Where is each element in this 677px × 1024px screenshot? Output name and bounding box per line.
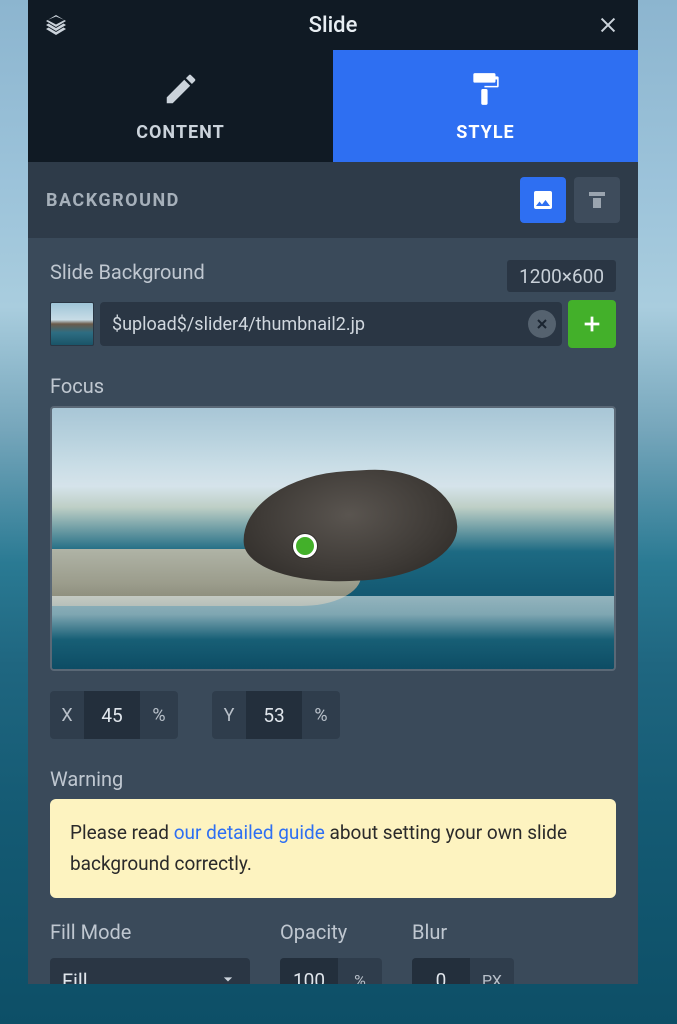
panel-body: Slide Background 1200×600 $upload$/slide… xyxy=(28,238,638,984)
warning-text-before: Please read xyxy=(70,821,174,844)
close-icon xyxy=(597,14,619,36)
bg-path-input-wrap: $upload$/slider4/thumbnail2.jp xyxy=(100,302,562,346)
fill-mode-select[interactable]: Fill xyxy=(50,958,250,984)
section-title: BACKGROUND xyxy=(46,190,180,211)
x-icon xyxy=(534,316,550,332)
close-button[interactable] xyxy=(594,11,622,39)
warning-card: Please read our detailed guide about set… xyxy=(50,799,616,898)
blur-group: PX xyxy=(412,958,514,984)
tab-style[interactable]: STYLE xyxy=(333,50,638,162)
plus-icon xyxy=(581,313,603,335)
focus-x-group: X % xyxy=(50,691,178,739)
focus-preview-rock xyxy=(240,465,459,586)
fill-mode-value: Fill xyxy=(62,969,88,984)
focus-y-label: Y xyxy=(212,705,246,726)
bg-thumbnail[interactable] xyxy=(50,302,94,346)
focus-x-unit: % xyxy=(140,705,178,726)
panel-title: Slide xyxy=(28,13,638,38)
fill-mode-label: Fill Mode xyxy=(50,920,250,944)
tab-style-label: STYLE xyxy=(456,122,514,143)
layout-icon xyxy=(585,188,609,212)
opacity-unit: % xyxy=(338,971,382,984)
section-header: BACKGROUND xyxy=(28,162,638,238)
pencil-icon xyxy=(162,70,200,108)
focus-y-input[interactable] xyxy=(246,691,302,739)
blur-input[interactable] xyxy=(412,958,470,984)
tab-content[interactable]: CONTENT xyxy=(28,50,333,162)
image-dimensions: 1200×600 xyxy=(507,260,616,292)
opacity-label: Opacity xyxy=(280,920,382,944)
opacity-input[interactable] xyxy=(280,958,338,984)
focus-x-input[interactable] xyxy=(84,691,140,739)
chevron-down-icon xyxy=(218,969,238,984)
focus-y-unit: % xyxy=(302,705,340,726)
layers-icon xyxy=(44,13,68,37)
bg-path-input[interactable]: $upload$/slider4/thumbnail2.jp xyxy=(112,314,528,335)
layers-button[interactable] xyxy=(44,13,68,37)
warning-label: Warning xyxy=(50,767,616,791)
focus-point-handle[interactable] xyxy=(293,534,317,558)
warning-link[interactable]: our detailed guide xyxy=(174,821,325,844)
tab-content-label: CONTENT xyxy=(136,122,225,143)
bg-layout-mode-button[interactable] xyxy=(574,177,620,223)
slide-panel: Slide CONTENT STYLE BACKGROUND Slide Bac… xyxy=(28,0,638,984)
titlebar: Slide xyxy=(28,0,638,50)
focus-preview-surf xyxy=(52,596,614,669)
blur-label: Blur xyxy=(412,920,514,944)
slide-bg-label: Slide Background xyxy=(50,260,205,284)
focus-preview[interactable] xyxy=(50,406,616,671)
blur-unit: PX xyxy=(470,971,514,984)
bg-image-mode-button[interactable] xyxy=(520,177,566,223)
opacity-group: % xyxy=(280,958,382,984)
clear-bg-button[interactable] xyxy=(528,310,556,338)
bg-path-row: $upload$/slider4/thumbnail2.jp xyxy=(50,300,616,348)
focus-x-label: X xyxy=(50,705,84,726)
focus-label: Focus xyxy=(50,374,616,398)
image-icon xyxy=(531,188,555,212)
paint-roller-icon xyxy=(467,70,505,108)
tabs: CONTENT STYLE xyxy=(28,50,638,162)
focus-y-group: Y % xyxy=(212,691,340,739)
add-bg-button[interactable] xyxy=(568,300,616,348)
